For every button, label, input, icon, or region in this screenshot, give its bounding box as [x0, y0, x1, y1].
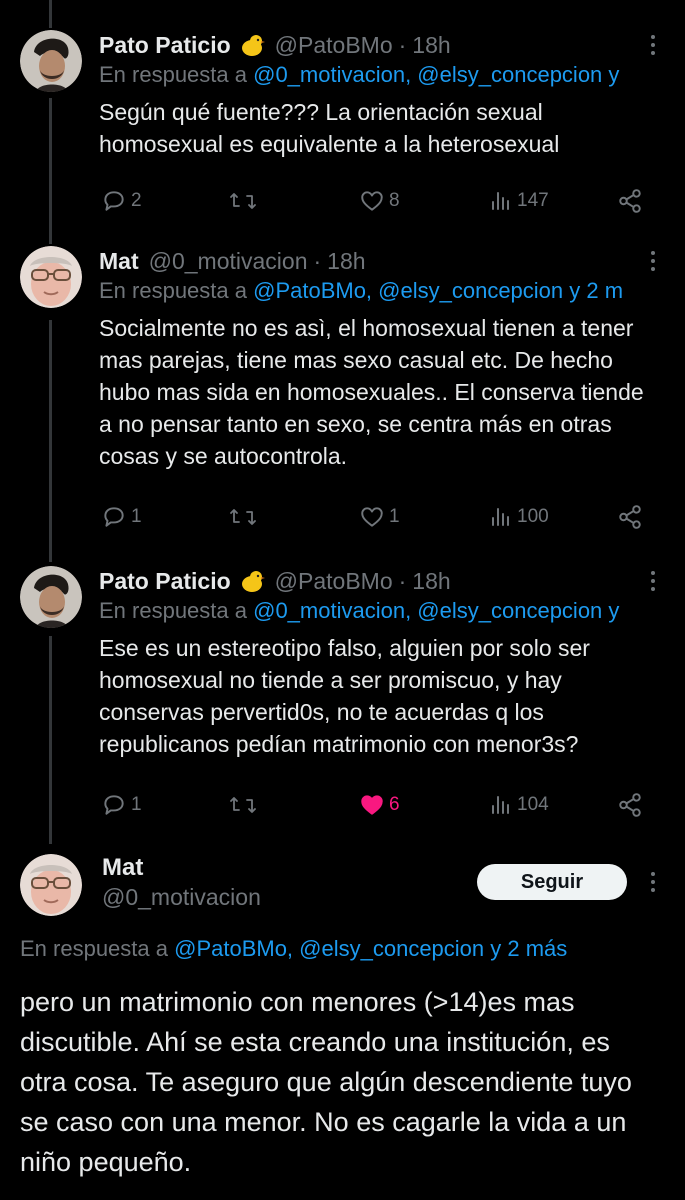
more-icon[interactable]	[643, 32, 663, 58]
avatar[interactable]	[20, 30, 82, 92]
more-icon[interactable]	[643, 568, 663, 594]
retweet-button[interactable]	[229, 184, 257, 218]
retweet-button[interactable]	[229, 788, 257, 822]
views-button[interactable]: 147	[489, 184, 549, 218]
reply-button[interactable]: 1	[101, 788, 142, 822]
reply-mentions-link[interactable]: @0_motivacion, @elsy_concepcion y	[253, 62, 619, 87]
thread-line	[49, 0, 52, 28]
views-icon	[492, 192, 509, 210]
avatar[interactable]	[20, 854, 82, 916]
views-button[interactable]: 100	[489, 500, 549, 534]
avatar[interactable]	[20, 246, 82, 308]
tweet-actions: 2 8 147	[99, 184, 659, 218]
views-icon	[492, 796, 509, 814]
view-count: 104	[517, 794, 549, 815]
like-count: 6	[389, 794, 400, 815]
like-button[interactable]: 1	[359, 500, 400, 534]
tweet-text: Según qué fuente??? La orientación sexua…	[99, 99, 560, 157]
share-icon	[619, 505, 641, 529]
reply-prefix: En respuesta a	[99, 598, 254, 623]
timestamp[interactable]: 18h	[412, 32, 450, 59]
separator-dot: ·	[398, 31, 407, 58]
tweet-text: Socialmente no es asì, el homosexual tie…	[99, 315, 644, 469]
reply-count: 2	[131, 190, 142, 211]
follow-button[interactable]: Seguir	[477, 864, 627, 900]
like-count: 1	[389, 506, 400, 527]
timestamp[interactable]: 18h	[412, 568, 450, 595]
reply-icon	[104, 191, 124, 211]
heart-icon	[361, 507, 383, 527]
reply-icon	[104, 507, 124, 527]
display-name[interactable]: Mat	[102, 854, 143, 882]
views-icon	[492, 508, 509, 526]
like-button[interactable]: 8	[359, 184, 400, 218]
retweet-icon	[230, 193, 256, 209]
timestamp[interactable]: 18h	[327, 248, 365, 275]
tweet-actions: 1 6 104	[99, 788, 659, 822]
reply-context: En respuesta a @0_motivacion, @elsy_conc…	[99, 598, 685, 628]
reply-context: En respuesta a @PatoBMo, @elsy_concepcio…	[20, 936, 567, 962]
share-button[interactable]	[617, 500, 643, 534]
display-name[interactable]: Mat	[99, 248, 139, 275]
thread: Pato Paticio @PatoBMo · 18h En respuesta…	[0, 0, 685, 1200]
user-handle[interactable]: @0_motivacion	[149, 248, 308, 275]
retweet-button[interactable]	[229, 500, 257, 534]
focused-tweet: Mat @0_motivacion Seguir En respuesta a …	[0, 854, 685, 1200]
retweet-icon	[230, 797, 256, 813]
share-button[interactable]	[617, 184, 643, 218]
share-icon	[619, 793, 641, 817]
display-name[interactable]: Pato Paticio	[99, 32, 231, 59]
like-button[interactable]: 6	[359, 788, 400, 822]
reply-context: En respuesta a @0_motivacion, @elsy_conc…	[99, 62, 685, 92]
tweet-actions: 1 1 100	[99, 500, 659, 534]
view-count: 147	[517, 190, 549, 211]
more-icon[interactable]	[643, 248, 663, 274]
user-handle[interactable]: @PatoBMo	[275, 32, 393, 59]
reply-icon	[104, 795, 124, 815]
thread-line	[49, 320, 52, 562]
view-count: 100	[517, 506, 549, 527]
thread-line	[49, 636, 52, 844]
reply-context: En respuesta a @PatoBMo, @elsy_concepcio…	[99, 278, 685, 308]
user-handle[interactable]: @PatoBMo	[275, 568, 393, 595]
chick-emoji-icon	[241, 35, 265, 56]
reply-mentions-link[interactable]: @PatoBMo, @elsy_concepcion y 2 más	[174, 936, 567, 961]
views-button[interactable]: 104	[489, 788, 549, 822]
heart-icon	[361, 795, 383, 815]
separator-dot: ·	[313, 247, 322, 274]
reply-button[interactable]: 2	[101, 184, 142, 218]
chick-emoji-icon	[241, 571, 265, 592]
tweet-text: Ese es un estereotipo falso, alguien por…	[99, 635, 590, 757]
heart-icon	[361, 191, 383, 211]
separator-dot: ·	[398, 567, 407, 594]
reply-button[interactable]: 1	[101, 500, 142, 534]
reply-count: 1	[131, 506, 142, 527]
reply-prefix: En respuesta a	[20, 936, 175, 961]
share-icon	[619, 189, 641, 213]
reply-mentions-link[interactable]: @0_motivacion, @elsy_concepcion y	[253, 598, 619, 623]
reply-mentions-link[interactable]: @PatoBMo, @elsy_concepcion y 2 m	[253, 278, 623, 303]
like-count: 8	[389, 190, 400, 211]
display-name[interactable]: Pato Paticio	[99, 568, 231, 595]
reply-prefix: En respuesta a	[99, 278, 254, 303]
reply-prefix: En respuesta a	[99, 62, 254, 87]
retweet-icon	[230, 509, 256, 525]
reply-count: 1	[131, 794, 142, 815]
tweet-text: pero un matrimonio con menores (>14)es m…	[20, 987, 632, 1177]
thread-line	[49, 98, 52, 244]
share-button[interactable]	[617, 788, 643, 822]
more-icon[interactable]	[643, 869, 663, 895]
user-handle[interactable]: @0_motivacion	[102, 884, 261, 911]
avatar[interactable]	[20, 566, 82, 628]
